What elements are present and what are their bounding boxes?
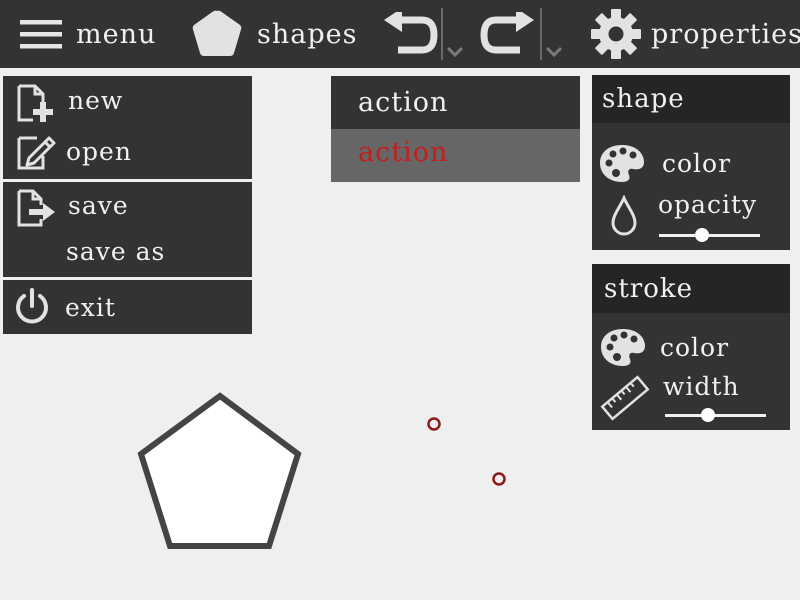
stroke-width-label: width <box>663 372 740 401</box>
menu-item-save[interactable]: save <box>3 182 252 232</box>
palette-icon <box>600 145 644 182</box>
power-icon <box>16 288 48 324</box>
stroke-color-row[interactable]: color <box>592 325 790 371</box>
redo-icon <box>480 12 534 54</box>
toolbar-separator <box>441 8 443 60</box>
opacity-slider-track[interactable] <box>659 234 760 237</box>
stroke-color-label: color <box>660 333 730 362</box>
menu-item-save-as[interactable]: save as <box>3 232 252 277</box>
edit-file-icon <box>17 136 56 170</box>
ruler-icon <box>600 375 650 421</box>
stroke-panel: stroke color width <box>592 264 790 430</box>
pentagon-shape[interactable] <box>137 392 302 549</box>
pentagon-icon <box>192 10 242 57</box>
menu-item-label: new <box>68 86 124 115</box>
palette-icon <box>601 329 645 366</box>
menu-item-new[interactable]: new <box>3 76 252 128</box>
shape-panel: shape color opacity <box>592 75 790 250</box>
chevron-down-icon <box>545 46 563 58</box>
menu-button[interactable]: menu <box>20 0 156 68</box>
menu-item-exit[interactable]: exit <box>3 280 252 334</box>
new-file-icon <box>17 84 53 122</box>
menu-item-open[interactable]: open <box>3 128 252 179</box>
gear-icon <box>591 9 641 59</box>
menu-item-label: open <box>66 137 132 166</box>
panel-title: stroke <box>592 264 790 313</box>
action-item-label: action <box>358 87 449 118</box>
fill-color-label: color <box>662 149 732 178</box>
redo-history-dropdown[interactable] <box>545 0 567 68</box>
width-slider-handle[interactable] <box>701 408 716 422</box>
undo-history-dropdown[interactable] <box>446 0 468 68</box>
undo-icon <box>384 12 438 54</box>
menu-item-label: save <box>68 191 129 220</box>
shapes-button[interactable]: shapes <box>190 0 357 68</box>
action-menu-item-active[interactable]: action <box>331 129 580 182</box>
stroke-width-row[interactable]: width <box>592 371 790 430</box>
panel-title: shape <box>592 75 790 123</box>
opacity-row[interactable]: opacity <box>592 189 790 249</box>
selection-handle[interactable] <box>492 472 506 486</box>
droplet-icon <box>611 195 637 236</box>
menu-item-label: save as <box>66 237 166 266</box>
action-menu-item[interactable]: action <box>331 76 580 129</box>
redo-button[interactable] <box>480 0 536 68</box>
opacity-label: opacity <box>658 190 758 219</box>
file-menu: new open save save as exit <box>3 76 252 334</box>
fill-color-row[interactable]: color <box>592 137 790 189</box>
action-item-label: action <box>358 137 449 168</box>
opacity-slider-handle[interactable] <box>695 228 710 242</box>
menu-item-label: exit <box>65 293 116 322</box>
hamburger-icon <box>20 20 62 49</box>
shapes-label: shapes <box>257 18 358 50</box>
save-file-icon <box>17 189 55 227</box>
toolbar-separator <box>540 8 542 60</box>
chevron-down-icon <box>446 46 464 58</box>
width-slider-track[interactable] <box>665 414 766 417</box>
top-toolbar: menu shapes properties <box>0 0 800 68</box>
selection-handle[interactable] <box>427 417 441 431</box>
undo-button[interactable] <box>382 0 438 68</box>
properties-label: properties <box>651 18 800 50</box>
menu-label: menu <box>76 18 157 50</box>
action-menu: action action <box>331 76 580 182</box>
properties-button[interactable]: properties <box>590 0 800 68</box>
